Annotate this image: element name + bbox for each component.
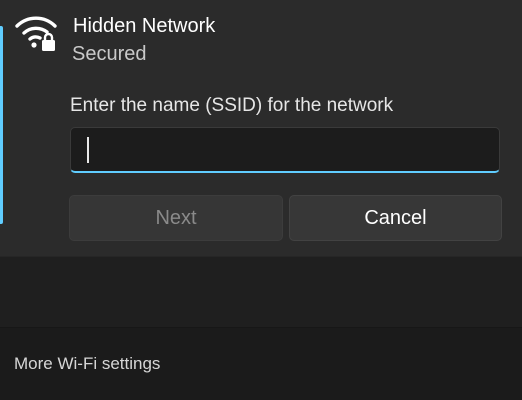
hidden-network-card: Hidden Network Secured Enter the name (S… xyxy=(0,0,522,257)
network-security-status: Secured xyxy=(72,43,147,65)
ssid-input[interactable] xyxy=(70,127,500,173)
cancel-button[interactable]: Cancel xyxy=(289,195,502,241)
wifi-secured-icon xyxy=(14,12,60,52)
ssid-field-label: Enter the name (SSID) for the network xyxy=(70,95,394,116)
network-name: Hidden Network xyxy=(73,15,216,37)
next-button[interactable]: Next xyxy=(69,195,283,241)
text-cursor xyxy=(87,137,89,163)
more-wifi-settings-link[interactable]: More Wi-Fi settings xyxy=(14,353,160,375)
selection-indicator xyxy=(0,26,3,224)
wifi-flyout: Hidden Network Secured Enter the name (S… xyxy=(0,0,522,400)
